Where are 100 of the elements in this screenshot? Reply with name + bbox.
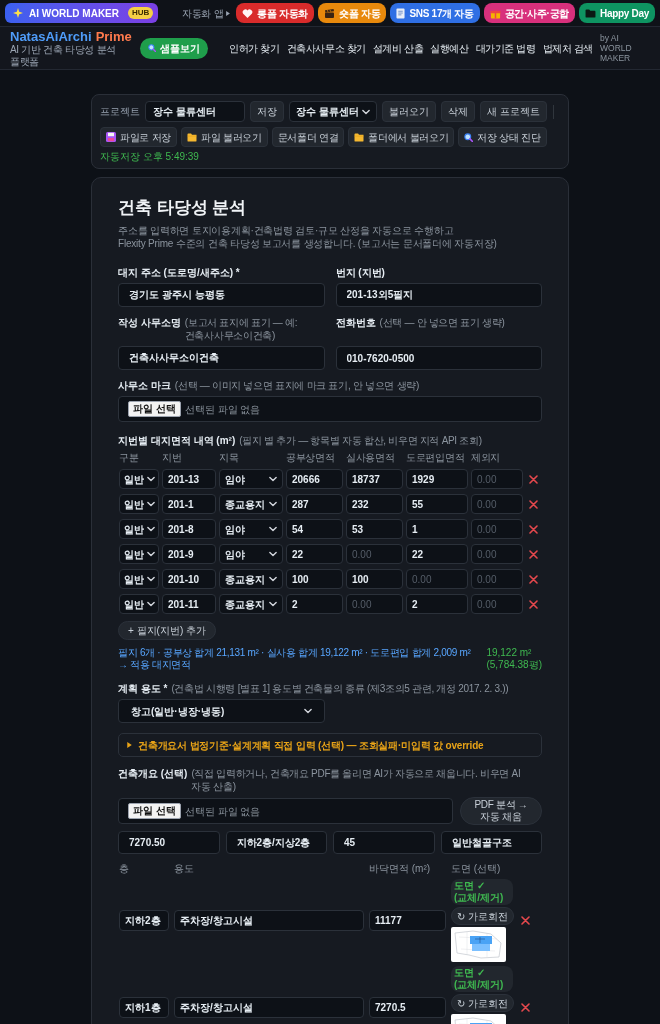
rotate-button[interactable]: ↻ 가로회전 [451, 907, 514, 925]
floor-field[interactable]: 지하1층 [119, 997, 169, 1018]
app-button[interactable]: Happy Day [579, 3, 655, 23]
type-select[interactable]: 일반 [119, 519, 159, 539]
floor-use-field[interactable]: 주차장/창고시설 [174, 997, 364, 1018]
area-field[interactable]: 20666 [286, 469, 343, 489]
overview-field[interactable]: 7270.50 [118, 831, 220, 854]
save-button[interactable]: 저장 [250, 101, 284, 122]
land-category-select[interactable]: 종교용지 [219, 494, 283, 514]
area-field[interactable]: 232 [346, 494, 403, 514]
area-field[interactable]: 287 [286, 494, 343, 514]
add-parcel-button[interactable]: + 필지(지번) 추가 [118, 621, 217, 640]
area-field[interactable]: 53 [346, 519, 403, 539]
floor-area-field[interactable]: 7270.5 [369, 997, 446, 1018]
type-select[interactable]: 일반 [119, 569, 159, 589]
chevron-down-icon [269, 501, 277, 507]
nav-link[interactable]: 건축사사무소 찾기 [286, 40, 366, 56]
delete-row-button[interactable] [526, 497, 540, 511]
delete-row-button[interactable] [518, 1000, 532, 1015]
area-field[interactable]: 100 [286, 569, 343, 589]
type-select[interactable]: 일반 [119, 544, 159, 564]
area-field[interactable]: 0.00 [471, 594, 523, 614]
area-field[interactable]: 2 [406, 594, 468, 614]
file-input-field[interactable]: 파일 선택 선택된 파일 없음 [118, 798, 453, 824]
chevron-down-icon [147, 501, 155, 507]
delete-row-button[interactable] [526, 472, 540, 486]
plan-status-button[interactable]: 도면 ✓ (교체/제거) [451, 966, 513, 992]
type-select[interactable]: 일반 [119, 594, 159, 614]
area-field[interactable]: 0.00 [471, 469, 523, 489]
file-select-button[interactable]: 파일 선택 [128, 401, 181, 417]
lot-number-field[interactable]: 201-11 [162, 594, 216, 614]
override-section-toggle[interactable]: 건축개요서 법정기준·설계계획 직접 입력 (선택) — 조회실패·미입력 값 override [118, 733, 542, 757]
area-field[interactable]: 0.00 [471, 519, 523, 539]
file-input-field[interactable]: 파일 선택 선택된 파일 없음 [118, 396, 542, 422]
land-category-select[interactable]: 종교용지 [219, 569, 283, 589]
delete-row-button[interactable] [526, 572, 540, 586]
text-input-field[interactable]: 건축사사무소이건축 [118, 346, 325, 370]
area-field[interactable]: 0.00 [346, 544, 403, 564]
nav-link[interactable]: 설계비 산출 [372, 40, 424, 56]
project-name-field[interactable]: 장수 물류센터 [145, 101, 245, 122]
delete-row-button[interactable] [526, 522, 540, 536]
lot-number-field[interactable]: 201-9 [162, 544, 216, 564]
file-action-button[interactable]: 폴더에서 불러오기 [348, 127, 455, 147]
text-input-field[interactable]: 010-7620-0500 [335, 346, 542, 370]
project-button[interactable]: 삭제 [440, 101, 475, 122]
app-button[interactable]: 공간·사주·궁합 [483, 3, 575, 23]
type-select[interactable]: 일반 [119, 469, 159, 489]
plan-status-button[interactable]: 도면 ✓ (교체/제거) [451, 879, 513, 905]
land-category-select[interactable]: 종교용지 [219, 594, 283, 614]
app-button[interactable]: SNS 17개 자동 [390, 3, 480, 23]
delete-row-button[interactable] [526, 547, 540, 561]
area-field[interactable]: 22 [286, 544, 343, 564]
file-action-button[interactable]: 문서폴더 연결 [271, 127, 345, 147]
file-action-button[interactable]: 파일 불러오기 [181, 127, 268, 147]
text-input-field[interactable]: 경기도 광주시 능평동 [118, 283, 325, 307]
nav-link[interactable]: 실행예산 [430, 40, 469, 56]
area-field[interactable]: 18737 [346, 469, 403, 489]
overview-field[interactable]: 45 [333, 831, 435, 854]
text-input-field[interactable]: 201-13외5필지 [335, 283, 542, 307]
hub-button[interactable]: AI WORLD MAKER HUB [5, 3, 159, 23]
lot-number-field[interactable]: 201-8 [162, 519, 216, 539]
area-field[interactable]: 54 [286, 519, 343, 539]
lot-number-field[interactable]: 201-10 [162, 569, 216, 589]
project-select[interactable]: 장수 물류센터 [289, 101, 377, 122]
area-field[interactable]: 1929 [406, 469, 468, 489]
land-category-select[interactable]: 임야 [219, 519, 283, 539]
type-select[interactable]: 일반 [119, 494, 159, 514]
area-field[interactable]: 0.00 [471, 544, 523, 564]
pdf-analyze-button[interactable]: PDF 분석 → 자동 채움 [460, 797, 542, 825]
land-category-select[interactable]: 임야 [219, 544, 283, 564]
delete-row-button[interactable] [526, 597, 540, 611]
area-field[interactable]: 0.00 [471, 494, 523, 514]
delete-row-button[interactable] [518, 913, 532, 928]
area-field[interactable]: 55 [406, 494, 468, 514]
nav-link[interactable]: 법제처 검색 [542, 40, 593, 56]
area-field[interactable]: 0.00 [346, 594, 403, 614]
area-field[interactable]: 22 [406, 544, 468, 564]
floor-field[interactable]: 지하2층 [119, 910, 169, 931]
overview-field[interactable]: 지하2층/지상2층 [225, 831, 327, 854]
area-field[interactable]: 0.00 [406, 569, 468, 589]
area-field[interactable]: 100 [346, 569, 403, 589]
nav-link[interactable]: 인허가 찾기 [229, 40, 280, 56]
app-button[interactable]: 롱폼 자동화 [236, 3, 315, 23]
floor-use-field[interactable]: 주차장/창고시설 [174, 910, 364, 931]
lot-number-field[interactable]: 201-1 [162, 494, 216, 514]
land-category-select[interactable]: 임야 [219, 469, 283, 489]
area-field[interactable]: 1 [406, 519, 468, 539]
project-button[interactable]: 새 프로젝트 [479, 101, 547, 122]
file-select-button[interactable]: 파일 선택 [128, 803, 181, 819]
project-button[interactable]: 불러오기 [381, 101, 436, 122]
building-use-select[interactable]: 창고(일반·냉장·냉동) [118, 699, 325, 723]
area-field[interactable]: 0.00 [471, 569, 523, 589]
lot-number-field[interactable]: 201-13 [162, 469, 216, 489]
file-action-button[interactable]: 저장 상태 진단 [458, 127, 547, 147]
rotate-button[interactable]: ↻ 가로회전 [451, 994, 514, 1012]
file-action-button[interactable]: 파일로 저장 [100, 127, 177, 147]
overview-field[interactable]: 일반철골구조 [440, 831, 542, 854]
floor-area-field[interactable]: 11177 [369, 910, 446, 931]
nav-link[interactable]: 대가기준 법령 [475, 40, 536, 56]
area-field[interactable]: 2 [286, 594, 343, 614]
